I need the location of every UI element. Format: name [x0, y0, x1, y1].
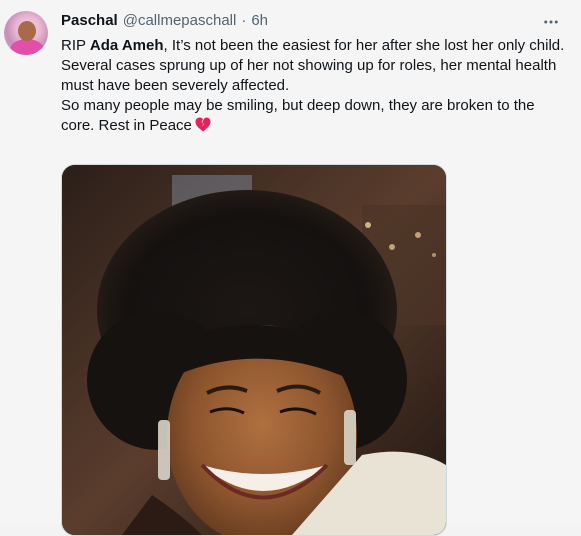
text-line1-rest: , It’s not been the easiest for her afte… [163, 37, 565, 54]
text-line3: So many people may be smiling, but deep … [61, 97, 535, 134]
more-horizontal-icon[interactable] [539, 10, 563, 34]
author-handle[interactable]: @callmepaschall [123, 12, 237, 29]
tweet-text: RIP Ada Ameh, It’s not been the easiest … [61, 36, 566, 136]
tweet-header: Paschal @callmepaschall · 6h [61, 12, 268, 32]
avatar[interactable] [4, 11, 48, 55]
tweet-text-line3: So many people may be smiling, but deep … [61, 96, 566, 136]
avatar-face [18, 21, 36, 41]
tweet[interactable]: Paschal @callmepaschall · 6h RIP Ada Ame… [0, 0, 581, 536]
text-prefix: RIP [61, 37, 90, 54]
separator-dot: · [241, 12, 247, 29]
tweet-text-line1: RIP Ada Ameh, It’s not been the easiest … [61, 36, 566, 56]
mentioned-name: Ada Ameh [89, 37, 164, 54]
avatar-shirt [10, 39, 44, 55]
tweet-image[interactable] [61, 164, 447, 536]
author-name[interactable]: Paschal [61, 12, 118, 29]
tweet-text-line2: Several cases sprung up of her not showi… [61, 57, 557, 94]
tweet-time[interactable]: 6h [251, 12, 268, 29]
broken-heart-icon [195, 117, 211, 132]
